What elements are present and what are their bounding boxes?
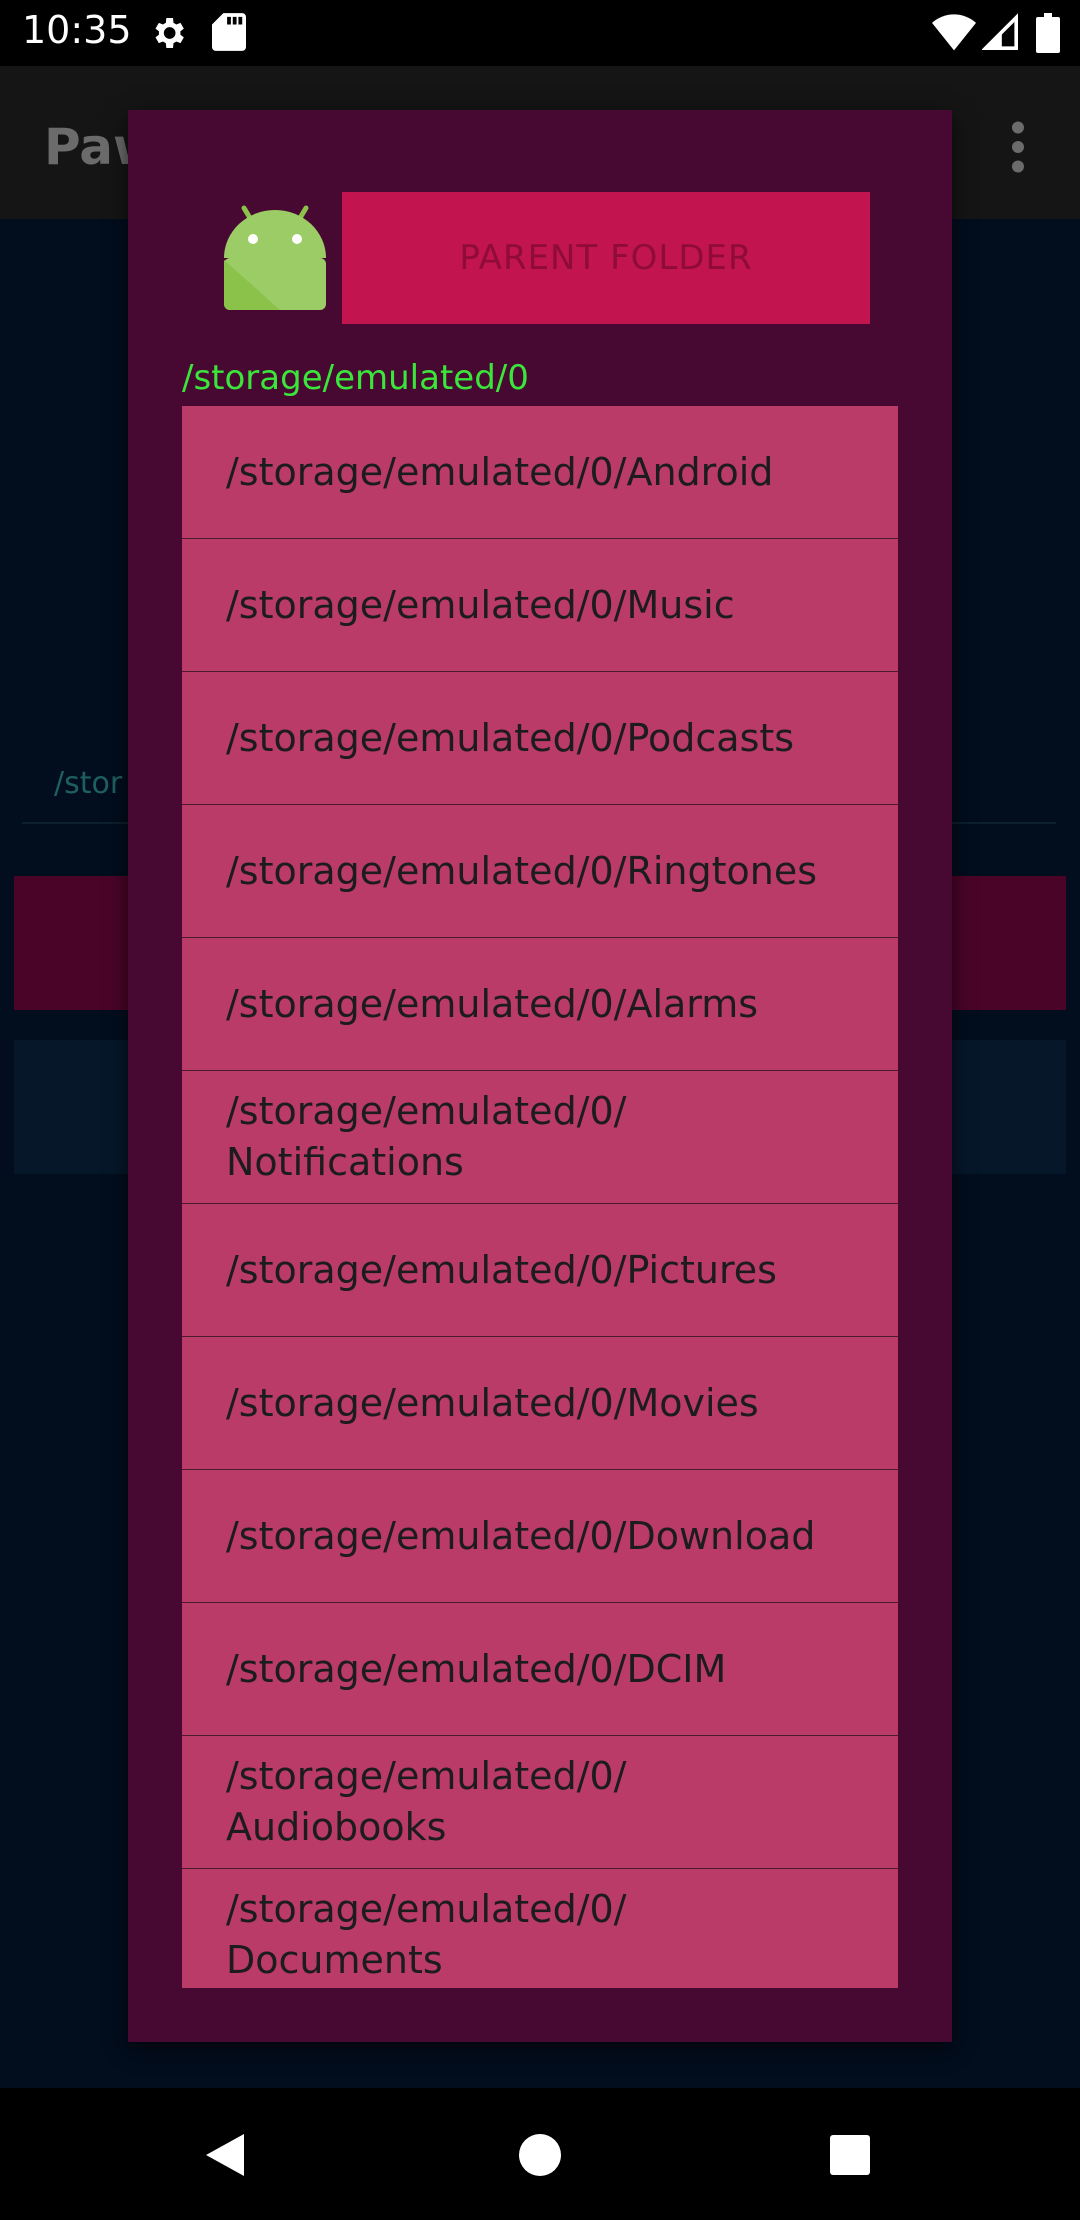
folder-path-label: /storage/emulated/0/Podcasts <box>226 715 795 760</box>
folder-path-label: /storage/emulated/0/DCIM <box>226 1646 727 1691</box>
folder-path-label: /storage/emulated/0/Pictures <box>226 1247 777 1292</box>
folder-path-label: /storage/emulated/0/Movies <box>226 1380 759 1425</box>
status-time: 10:35 <box>22 8 132 52</box>
gear-icon <box>155 18 184 48</box>
back-icon[interactable] <box>202 2130 248 2180</box>
wifi-icon <box>932 14 976 51</box>
folder-list-item[interactable]: /storage/emulated/0/Music <box>182 539 898 672</box>
folder-path-label: /storage/emulated/0/Music <box>226 582 735 627</box>
current-path: /storage/emulated/0 <box>182 358 529 398</box>
signal-icon <box>982 13 1018 50</box>
folder-list-item[interactable]: /storage/emulated/0/ Audiobooks <box>182 1736 898 1869</box>
folder-list-item[interactable]: /storage/emulated/0/Alarms <box>182 938 898 1071</box>
home-icon[interactable] <box>518 2133 562 2177</box>
folder-list-item[interactable]: /storage/emulated/0/Podcasts <box>182 672 898 805</box>
folder-list[interactable]: /storage/emulated/0/Android/storage/emul… <box>182 406 898 1988</box>
folder-path-label: /storage/emulated/0/Ringtones <box>226 848 818 893</box>
folder-list-item[interactable]: /storage/emulated/0/DCIM <box>182 1603 898 1736</box>
folder-list-item[interactable]: /storage/emulated/0/ Documents <box>182 1869 898 1988</box>
folder-path-label: /storage/emulated/0/ Audiobooks <box>226 1754 627 1849</box>
folder-list-item[interactable]: /storage/emulated/0/Ringtones <box>182 805 898 938</box>
folder-path-label: /storage/emulated/0/Android <box>226 449 774 494</box>
folder-list-item[interactable]: /storage/emulated/0/Download <box>182 1470 898 1603</box>
android-icon <box>224 205 326 310</box>
navigation-bar <box>0 2088 1080 2220</box>
folder-list-item[interactable]: /storage/emulated/0/Android <box>182 406 898 539</box>
folder-path-label: /storage/emulated/0/ Notifications <box>226 1089 627 1184</box>
folder-chooser-dialog: PARENT FOLDER /storage/emulated/0 /stora… <box>128 110 952 2042</box>
folder-path-label: /storage/emulated/0/Download <box>226 1513 816 1558</box>
sd-card-icon <box>212 13 246 51</box>
battery-icon <box>1036 13 1060 53</box>
folder-path-label: /storage/emulated/0/ Documents <box>226 1887 627 1982</box>
folder-list-item[interactable]: /storage/emulated/0/ Notifications <box>182 1071 898 1204</box>
background-path-text: /stor <box>54 766 123 801</box>
recents-icon[interactable] <box>828 2133 872 2177</box>
folder-list-item[interactable]: /storage/emulated/0/Movies <box>182 1337 898 1470</box>
status-bar: 10:35 <box>0 0 1080 66</box>
folder-path-label: /storage/emulated/0/Alarms <box>226 981 759 1026</box>
parent-folder-button[interactable]: PARENT FOLDER <box>342 192 870 324</box>
overflow-menu-icon[interactable] <box>1006 120 1030 174</box>
folder-list-item[interactable]: /storage/emulated/0/Pictures <box>182 1204 898 1337</box>
